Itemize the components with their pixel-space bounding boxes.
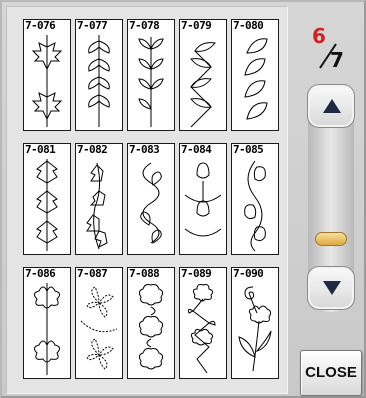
pattern-code: 7-086 — [25, 267, 56, 280]
pattern-grid: 7-076 7-077 7-078 7-079 7-080 7-081 7-08… — [6, 6, 288, 394]
pattern-code: 7-081 — [25, 143, 56, 156]
page-indicator: 6 7 — [306, 24, 350, 72]
pattern-code: 7-078 — [129, 19, 160, 32]
flower-chain-border-icon — [138, 284, 164, 370]
pattern-code: 7-082 — [77, 143, 108, 156]
pattern-code: 7-088 — [129, 267, 160, 280]
stacked-leaf-border-icon — [36, 159, 58, 251]
pattern-code: 7-085 — [233, 143, 264, 156]
pattern-tile-7-076[interactable]: 7-076 — [23, 19, 71, 131]
pattern-code: 7-079 — [181, 19, 212, 32]
leaf-pairs-border-icon — [88, 35, 110, 127]
pattern-tile-7-084[interactable]: 7-084 — [179, 143, 227, 255]
pattern-tile-7-087[interactable]: 7-087 — [75, 267, 123, 379]
pattern-tile-7-086[interactable]: 7-086 — [23, 267, 71, 379]
pattern-code: 7-080 — [233, 19, 264, 32]
heart-wave-border-icon — [140, 162, 162, 244]
spiral-flower-border-icon — [238, 286, 272, 372]
twisted-leaf-border-icon — [244, 38, 268, 120]
maple-leaf-border-icon — [31, 35, 63, 127]
pattern-tile-7-083[interactable]: 7-083 — [127, 143, 175, 255]
pattern-tile-7-085[interactable]: 7-085 — [231, 143, 279, 255]
leaf-vine-border-icon — [138, 37, 164, 127]
pattern-tile-7-082[interactable]: 7-082 — [75, 143, 123, 255]
pattern-code: 7-083 — [129, 143, 160, 156]
total-pages: 7 — [330, 48, 344, 72]
flower-zigzag-border-icon — [188, 284, 216, 374]
pattern-tile-7-080[interactable]: 7-080 — [231, 19, 279, 131]
pattern-code: 7-089 — [181, 267, 212, 280]
scroll-down-button[interactable] — [307, 266, 355, 310]
ivy-border-icon — [86, 162, 108, 250]
pattern-code: 7-077 — [77, 19, 108, 32]
clover-vine-border-icon — [80, 286, 118, 370]
triangle-up-icon — [323, 99, 341, 113]
current-page: 6 — [312, 24, 326, 48]
pattern-code: 7-087 — [77, 267, 108, 280]
pattern-code: 7-090 — [233, 267, 264, 280]
tulip-wave-border-icon — [184, 162, 222, 237]
pattern-selection-screen: 7-076 7-077 7-078 7-079 7-080 7-081 7-08… — [0, 0, 366, 398]
scroll-up-button[interactable] — [307, 84, 355, 128]
pattern-tile-7-089[interactable]: 7-089 — [179, 267, 227, 379]
scroll-thumb[interactable] — [315, 232, 347, 246]
triangle-down-icon — [323, 281, 341, 295]
pattern-tile-7-081[interactable]: 7-081 — [23, 143, 71, 255]
pattern-tile-7-088[interactable]: 7-088 — [127, 267, 175, 379]
zigzag-leaf-border-icon — [190, 42, 216, 128]
pattern-tile-7-079[interactable]: 7-079 — [179, 19, 227, 131]
pattern-tile-7-090[interactable]: 7-090 — [231, 267, 279, 379]
pattern-tile-7-078[interactable]: 7-078 — [127, 19, 175, 131]
close-button[interactable]: CLOSE — [300, 350, 362, 396]
flower-pair-border-icon — [33, 283, 61, 375]
tulip-column-border-icon — [244, 160, 266, 252]
pattern-code: 7-076 — [25, 19, 56, 32]
pattern-code: 7-084 — [181, 143, 212, 156]
pattern-tile-7-077[interactable]: 7-077 — [75, 19, 123, 131]
